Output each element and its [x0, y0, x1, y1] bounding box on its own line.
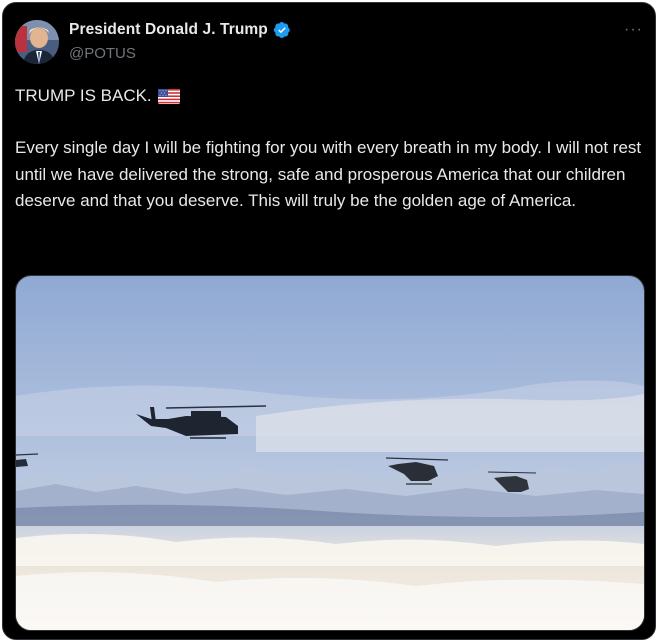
verified-badge-icon — [273, 21, 290, 39]
post-text: TRUMP IS BACK. Every single day I will b… — [15, 83, 647, 215]
author-display-name[interactable]: President Donald J. Trump — [69, 21, 268, 39]
post-headline: TRUMP IS BACK. — [15, 85, 152, 105]
avatar[interactable] — [15, 20, 59, 64]
post-card[interactable]: President Donald J. Trump @POTUS ··· TRU… — [2, 2, 656, 640]
post-media-image[interactable] — [15, 275, 645, 631]
author-handle[interactable]: @POTUS — [69, 45, 136, 62]
us-flag-icon — [157, 89, 180, 104]
more-options-icon[interactable]: ··· — [624, 21, 643, 39]
avatar-image — [15, 20, 59, 64]
helicopters-over-clouds-image — [16, 276, 644, 630]
post-body: Every single day I will be fighting for … — [15, 138, 642, 210]
